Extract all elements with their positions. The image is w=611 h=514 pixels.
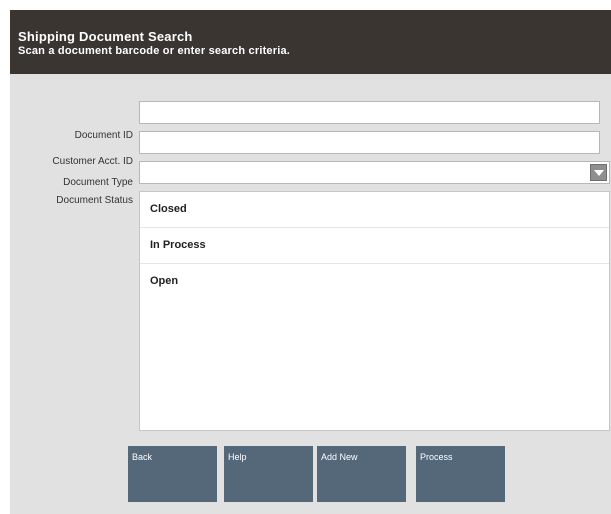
back-button[interactable]: Back	[128, 446, 217, 502]
page-title: Shipping Document Search	[18, 29, 193, 44]
page-header: Shipping Document Search Scan a document…	[10, 10, 611, 74]
help-button[interactable]: Help	[224, 446, 313, 502]
document-id-input[interactable]	[139, 101, 600, 124]
dropdown-button[interactable]	[590, 164, 607, 181]
status-option-closed[interactable]: Closed	[140, 192, 609, 228]
customer-acct-id-label: Customer Acct. ID	[52, 156, 133, 167]
document-id-label: Document ID	[74, 130, 133, 141]
document-status-label: Document Status	[56, 195, 133, 206]
document-type-select[interactable]	[139, 161, 610, 184]
status-option-open[interactable]: Open	[140, 264, 609, 299]
status-option-in-process[interactable]: In Process	[140, 228, 609, 264]
process-button[interactable]: Process	[416, 446, 505, 502]
app-window: Shipping Document Search Scan a document…	[10, 10, 611, 514]
document-status-list[interactable]: Closed In Process Open	[139, 191, 610, 431]
chevron-down-icon	[594, 170, 604, 176]
page-subtitle: Scan a document barcode or enter search …	[18, 45, 291, 57]
customer-acct-id-input[interactable]	[139, 131, 600, 154]
document-type-label: Document Type	[63, 177, 133, 188]
add-new-button[interactable]: Add New	[317, 446, 406, 502]
